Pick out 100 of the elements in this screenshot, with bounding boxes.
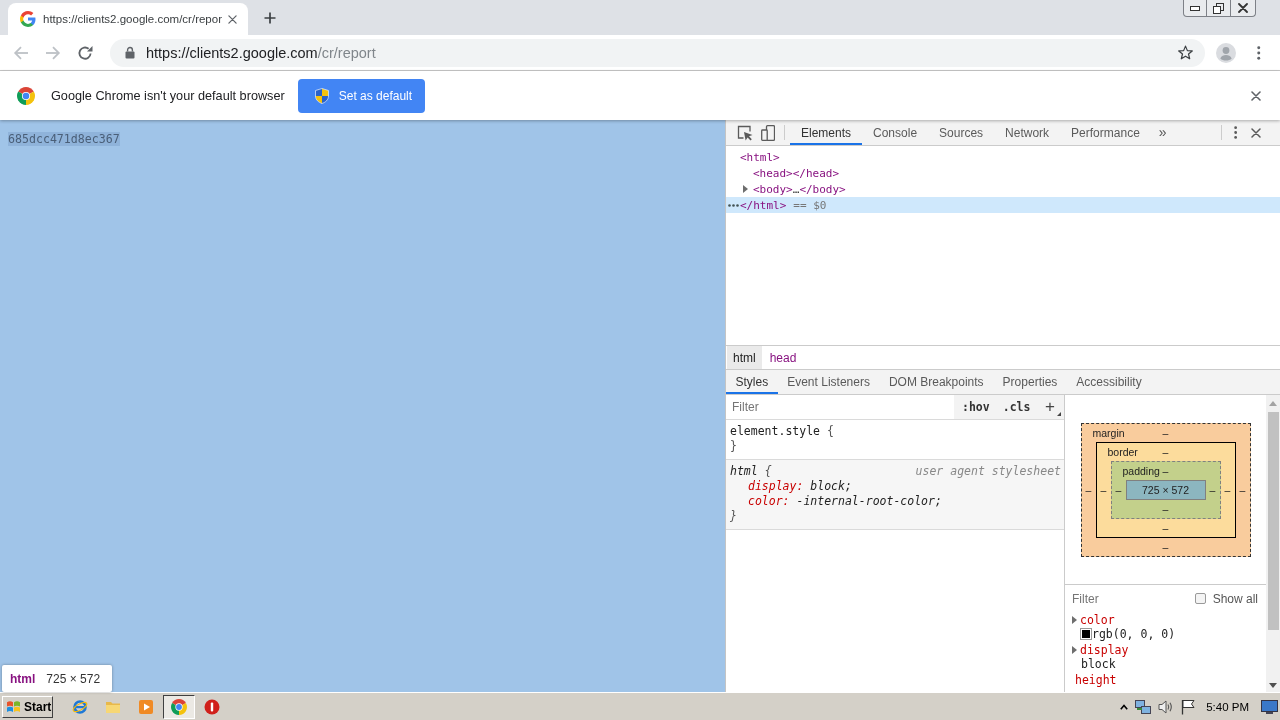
computed-property-name[interactable]: height (1075, 673, 1117, 687)
taskbar-app-button[interactable] (163, 694, 195, 719)
devtools-tab[interactable]: Elements (790, 120, 863, 145)
tooltip-size: 725 × 572 (46, 671, 101, 686)
menu-icon[interactable] (1233, 126, 1237, 139)
scroll-down-icon[interactable] (1269, 683, 1277, 688)
expand-triangle-icon[interactable] (1072, 616, 1077, 624)
show-all-label[interactable]: Show all (1212, 591, 1258, 606)
clock-text: 5:40 PM (1206, 700, 1249, 713)
show-desktop-icon[interactable] (1261, 699, 1278, 714)
plus-icon (264, 11, 276, 24)
expand-triangle-icon[interactable] (1072, 646, 1077, 654)
browser-logo-icon (171, 698, 187, 715)
box-model-value: – (1208, 482, 1217, 498)
hover-state-button[interactable]: :hov (957, 400, 995, 414)
restore-icon (1213, 2, 1224, 14)
devtools-tab[interactable]: Sources (928, 120, 995, 145)
computed-property-name[interactable]: display (1080, 643, 1129, 657)
more-tabs-button[interactable]: » (1150, 120, 1175, 145)
alert-circle-icon (204, 698, 220, 715)
browser-logo-icon (17, 86, 35, 105)
scrollbar-track[interactable] (1266, 395, 1280, 692)
e-globe-icon (72, 698, 88, 715)
close-icon (1251, 127, 1261, 138)
forward-arrow-icon (45, 44, 61, 61)
rule-selector[interactable]: element.style { (730, 424, 834, 439)
box-model-value: – (1161, 501, 1170, 517)
scrollbar-thumb[interactable] (1267, 412, 1279, 630)
window-close-button[interactable] (1231, 0, 1256, 17)
box-model-value: – (1162, 464, 1169, 477)
sidebar-tab[interactable]: Properties (993, 370, 1067, 394)
closing-brace: } (730, 509, 737, 524)
breadcrumb[interactable]: html (727, 346, 762, 369)
more-dots-icon[interactable] (728, 203, 739, 207)
closing-brace: } (730, 439, 737, 454)
network-icon[interactable] (1135, 698, 1152, 715)
close-icon (1238, 3, 1248, 13)
address-bar[interactable]: https://clients2.google.com/cr/report (110, 38, 1205, 67)
menu-icon[interactable] (1257, 45, 1261, 60)
speaker-icon[interactable] (1158, 698, 1175, 715)
expand-triangle-icon[interactable] (743, 185, 748, 193)
box-model-value: – (1084, 482, 1093, 498)
breadcrumb[interactable]: head (763, 346, 803, 369)
bookmark-button[interactable] (1178, 45, 1193, 60)
box-model-label: padding (1121, 464, 1161, 477)
devtools-tab[interactable]: Performance (1060, 120, 1151, 145)
dom-tree-row[interactable]: <body>…</body> (726, 181, 1280, 197)
set-default-button[interactable]: Set as default (297, 78, 425, 113)
style-declaration[interactable]: display: block; (730, 479, 852, 494)
minimize-button[interactable] (1183, 0, 1207, 17)
device-icon (761, 124, 775, 141)
infobar-message: Google Chrome isn't your default browser (51, 88, 285, 103)
box-model-value: – (1099, 482, 1108, 498)
devtools-tab[interactable]: Console (862, 120, 929, 145)
browser-tab[interactable]: https://clients2.google.com/cr/repor (8, 3, 248, 35)
chevron-up-icon[interactable] (1120, 703, 1129, 710)
computed-property-value: block (1081, 657, 1116, 671)
close-icon[interactable] (228, 14, 237, 24)
show-all-checkbox[interactable] (1194, 593, 1206, 604)
style-declaration[interactable]: color: -internal-root-color; (730, 494, 942, 509)
dom-tree-row[interactable]: <head></head> (726, 165, 1280, 181)
page-text: 685dcc471d8ec367 (8, 132, 120, 146)
devtools-tab[interactable]: Network (994, 120, 1061, 145)
content-size-box: 725 × 572 (1125, 479, 1206, 500)
sidebar-tab[interactable]: DOM Breakpoints (879, 370, 994, 394)
new-tab-button[interactable] (264, 11, 276, 24)
start-button[interactable]: Start (2, 695, 53, 718)
star-icon (1178, 45, 1193, 60)
minimize-icon (1190, 5, 1200, 11)
computed-property-value: rgb(0, 0, 0) (1092, 627, 1176, 641)
shield-icon (314, 87, 329, 104)
new-rule-button[interactable]: + (1039, 397, 1064, 417)
box-model-value: – (1161, 520, 1170, 536)
box-model-value: – (1238, 482, 1247, 498)
box-model-label: margin (1091, 426, 1126, 439)
dom-tree-row[interactable]: </html> == $0 (726, 197, 1280, 213)
tooltip-tag: html (10, 671, 36, 686)
g-logo-icon (20, 11, 36, 27)
window-flag-icon (6, 699, 21, 714)
dom-tree-row[interactable]: <html> (726, 149, 1280, 165)
computed-property-name[interactable]: color (1080, 613, 1115, 627)
class-toggle-button[interactable]: .cls (997, 400, 1036, 414)
sidebar-tab[interactable]: Event Listeners (777, 370, 880, 394)
flag-icon[interactable] (1181, 698, 1196, 715)
box-model-value: – (1223, 482, 1232, 498)
close-icon (1251, 90, 1261, 101)
restore-button[interactable] (1207, 0, 1231, 17)
rule-source: user agent stylesheet (915, 464, 1061, 479)
infobar-close-button[interactable] (1251, 90, 1261, 101)
play-tile-icon (138, 698, 154, 715)
box-model-value: – (1114, 482, 1123, 498)
sidebar-tab[interactable]: Accessibility (1066, 370, 1152, 394)
url-text: https://clients2.google.com/cr/report (146, 44, 376, 61)
rule-selector[interactable]: html { (730, 464, 772, 479)
box-model-value: – (1162, 426, 1169, 439)
inspect-cursor-icon (737, 124, 753, 141)
styles-filter-field[interactable]: Filter (726, 395, 954, 419)
box-model-label: border (1106, 445, 1139, 458)
lock-icon (125, 46, 135, 59)
back-arrow-icon (13, 44, 29, 61)
